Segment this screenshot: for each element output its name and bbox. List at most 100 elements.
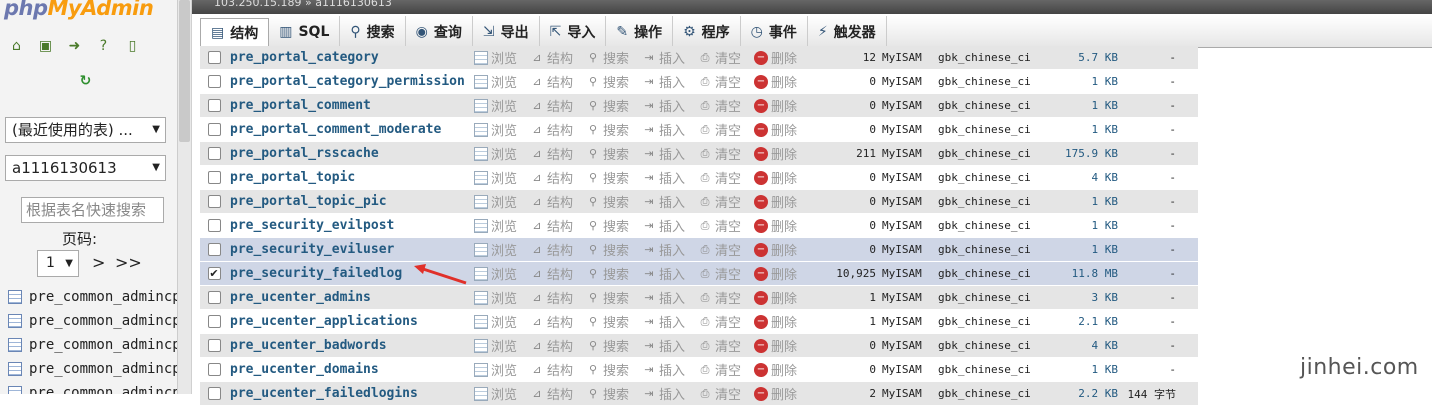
insert-action[interactable]: ⇥ 插入 bbox=[642, 168, 698, 188]
table-size[interactable]: 11.8 MB bbox=[1058, 267, 1118, 280]
panel-scrollbar[interactable] bbox=[178, 0, 192, 394]
row-checkbox[interactable] bbox=[207, 51, 221, 64]
search-action[interactable]: ⚲ 搜索 bbox=[586, 192, 642, 212]
table-size[interactable]: 4 KB bbox=[1058, 171, 1119, 184]
row-checkbox[interactable] bbox=[207, 75, 221, 88]
insert-action[interactable]: ⇥ 插入 bbox=[642, 240, 698, 260]
table-name-link[interactable]: pre_portal_category bbox=[228, 50, 474, 65]
insert-action[interactable]: ⇥ 插入 bbox=[642, 216, 698, 236]
row-checkbox[interactable] bbox=[207, 171, 221, 184]
browse-action[interactable]: 浏览 bbox=[474, 48, 530, 67]
docs-icon[interactable]: ▯ bbox=[124, 38, 141, 55]
browse-action[interactable]: 浏览 bbox=[474, 360, 530, 379]
table-name-link[interactable]: pre_portal_rsscache bbox=[228, 146, 474, 161]
insert-action[interactable]: ⇥ 插入 bbox=[642, 48, 698, 68]
browse-action[interactable]: 浏览 bbox=[474, 264, 530, 283]
insert-action[interactable]: ⇥ 插入 bbox=[642, 360, 698, 380]
insert-action[interactable]: ⇥ 插入 bbox=[642, 120, 698, 140]
empty-action[interactable]: ⎙ 清空 bbox=[698, 168, 754, 188]
table-size[interactable]: 1 KB bbox=[1058, 99, 1119, 112]
tab-structure[interactable]: ▤ 结构 bbox=[200, 18, 270, 47]
next-page-button[interactable]: > bbox=[92, 253, 105, 272]
sql-query-icon[interactable]: ➜ bbox=[66, 38, 83, 55]
row-checkbox[interactable] bbox=[207, 99, 221, 112]
table-size[interactable]: 1 KB bbox=[1058, 195, 1119, 208]
drop-action[interactable]: − 删除 bbox=[754, 216, 824, 235]
table-name-link[interactable]: pre_ucenter_badwords bbox=[228, 338, 474, 353]
drop-action[interactable]: − 删除 bbox=[754, 48, 824, 67]
insert-action[interactable]: ⇥ 插入 bbox=[642, 264, 698, 284]
browse-action[interactable]: 浏览 bbox=[474, 144, 530, 163]
drop-action[interactable]: − 删除 bbox=[754, 360, 824, 379]
search-action[interactable]: ⚲ 搜索 bbox=[586, 72, 642, 92]
row-checkbox[interactable]: ✔ bbox=[207, 267, 221, 280]
tab-import[interactable]: ⇱ 导入 bbox=[540, 16, 607, 47]
table-size[interactable]: 1 KB bbox=[1058, 363, 1119, 376]
table-name-link[interactable]: pre_portal_comment bbox=[228, 98, 474, 113]
row-checkbox[interactable] bbox=[207, 123, 221, 136]
empty-action[interactable]: ⎙ 清空 bbox=[698, 48, 754, 68]
insert-action[interactable]: ⇥ 插入 bbox=[642, 72, 698, 92]
structure-action[interactable]: ⊿ 结构 bbox=[530, 216, 586, 236]
sidebar-table-item[interactable]: pre_common_admincp_ bbox=[8, 309, 177, 333]
row-checkbox[interactable] bbox=[207, 315, 221, 328]
tab-search[interactable]: ⚲ 搜索 bbox=[340, 16, 406, 47]
sidebar-table-item[interactable]: pre_common_admincp_ bbox=[8, 285, 177, 309]
table-filter-input[interactable]: 根据表名快速搜索 bbox=[21, 197, 164, 223]
row-checkbox[interactable] bbox=[207, 219, 221, 232]
table-name-link[interactable]: pre_security_evilpost bbox=[228, 218, 474, 233]
structure-action[interactable]: ⊿ 结构 bbox=[530, 264, 586, 284]
structure-action[interactable]: ⊿ 结构 bbox=[530, 48, 586, 68]
sidebar-table-item[interactable]: pre_common_admincp_ bbox=[8, 357, 177, 381]
table-name-link[interactable]: pre_ucenter_applications bbox=[228, 314, 474, 329]
search-action[interactable]: ⚲ 搜索 bbox=[586, 144, 642, 164]
insert-action[interactable]: ⇥ 插入 bbox=[642, 144, 698, 164]
table-name-link[interactable]: pre_ucenter_domains bbox=[228, 362, 474, 377]
table-name-link[interactable]: pre_portal_category_permission bbox=[228, 74, 474, 89]
tab-events[interactable]: ◷ 事件 bbox=[741, 16, 808, 47]
structure-action[interactable]: ⊿ 结构 bbox=[530, 288, 586, 308]
empty-action[interactable]: ⎙ 清空 bbox=[698, 216, 754, 236]
structure-action[interactable]: ⊿ 结构 bbox=[530, 192, 586, 212]
search-action[interactable]: ⚲ 搜索 bbox=[586, 240, 642, 260]
empty-action[interactable]: ⎙ 清空 bbox=[698, 360, 754, 380]
browse-action[interactable]: 浏览 bbox=[474, 288, 530, 307]
table-size[interactable]: 1 KB bbox=[1058, 219, 1119, 232]
browse-action[interactable]: 浏览 bbox=[474, 312, 530, 331]
empty-action[interactable]: ⎙ 清空 bbox=[698, 72, 754, 92]
tab-wrench[interactable]: ✎ 操作 bbox=[606, 16, 674, 47]
insert-action[interactable]: ⇥ 插入 bbox=[642, 312, 698, 332]
empty-action[interactable]: ⎙ 清空 bbox=[698, 288, 754, 308]
row-checkbox[interactable] bbox=[207, 363, 221, 376]
tab-triggers[interactable]: ⚡ 触发器 bbox=[808, 16, 887, 47]
drop-action[interactable]: − 删除 bbox=[754, 72, 824, 91]
table-size[interactable]: 1 KB bbox=[1058, 123, 1119, 136]
row-checkbox[interactable] bbox=[207, 195, 221, 208]
search-action[interactable]: ⚲ 搜索 bbox=[586, 168, 642, 188]
help-icon[interactable]: ? bbox=[95, 38, 112, 55]
search-action[interactable]: ⚲ 搜索 bbox=[586, 288, 642, 308]
home-icon[interactable]: ⌂ bbox=[8, 38, 25, 55]
structure-action[interactable]: ⊿ 结构 bbox=[530, 240, 586, 260]
structure-action[interactable]: ⊿ 结构 bbox=[530, 72, 586, 92]
sidebar-table-item[interactable]: pre_common_admincp_ bbox=[8, 333, 177, 357]
scrollbar-thumb[interactable] bbox=[179, 0, 190, 142]
structure-action[interactable]: ⊿ 结构 bbox=[530, 336, 586, 356]
page-select[interactable]: 1 ▼ bbox=[37, 250, 79, 277]
drop-action[interactable]: − 删除 bbox=[754, 336, 824, 355]
browse-action[interactable]: 浏览 bbox=[474, 168, 530, 187]
table-name-link[interactable]: pre_ucenter_admins bbox=[228, 290, 474, 305]
sidebar-table-item[interactable]: pre_common_admincp_ bbox=[8, 381, 177, 394]
table-size[interactable]: 175.9 KB bbox=[1058, 147, 1118, 160]
row-checkbox[interactable] bbox=[207, 147, 221, 160]
browse-action[interactable]: 浏览 bbox=[474, 216, 530, 235]
structure-action[interactable]: ⊿ 结构 bbox=[530, 168, 586, 188]
browse-action[interactable]: 浏览 bbox=[474, 240, 530, 259]
empty-action[interactable]: ⎙ 清空 bbox=[698, 120, 754, 140]
empty-action[interactable]: ⎙ 清空 bbox=[698, 312, 754, 332]
search-action[interactable]: ⚲ 搜索 bbox=[586, 360, 642, 380]
search-action[interactable]: ⚲ 搜索 bbox=[586, 96, 642, 116]
empty-action[interactable]: ⎙ 清空 bbox=[698, 240, 754, 260]
browse-action[interactable]: 浏览 bbox=[474, 72, 530, 91]
logout-icon[interactable]: ▣ bbox=[37, 38, 54, 55]
